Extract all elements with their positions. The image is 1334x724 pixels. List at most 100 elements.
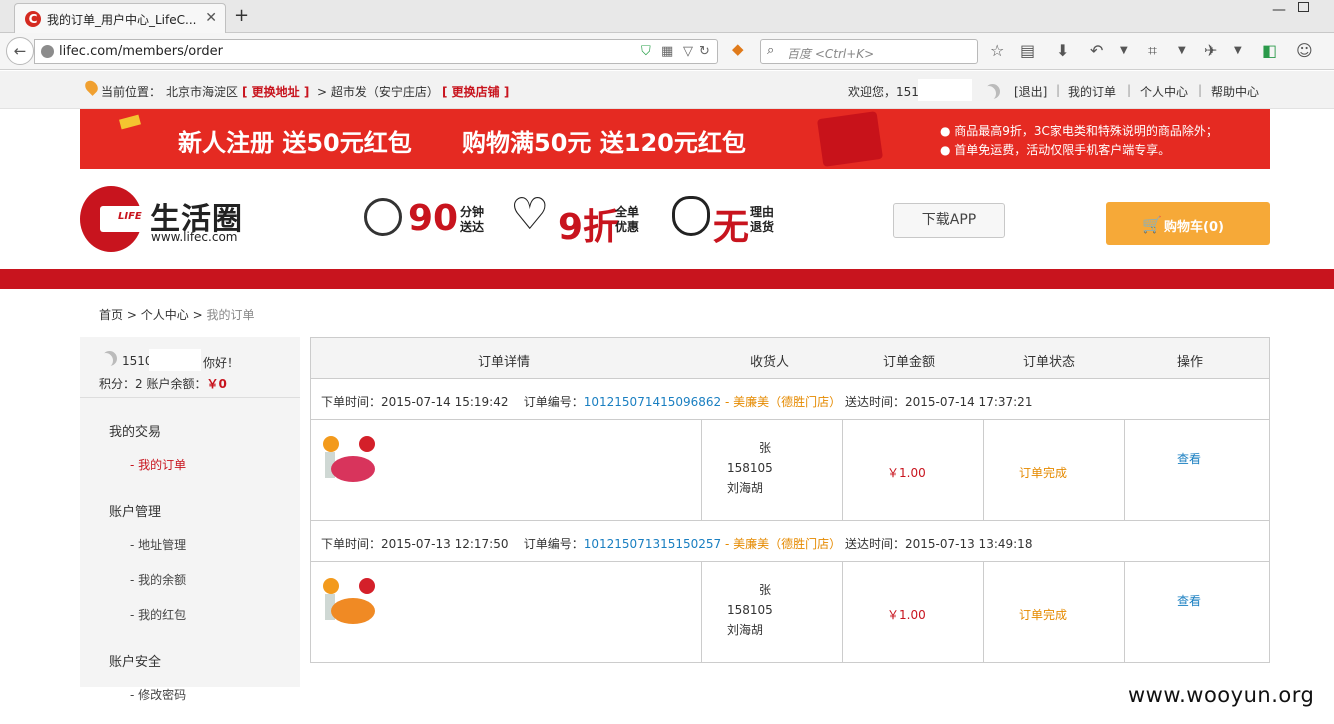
browser-tab[interactable]: C 我的订单_用户中心_LifeC... ✕ [14,3,226,34]
promo-new-user: 新人注册 送50元红包 [178,129,412,157]
order-header: 下单时间：2015-07-14 15:19:42 订单编号：1012150714… [311,379,1269,420]
points-label: 积分：2 账户余额： [99,377,207,391]
download-app-button[interactable]: 下载APP [893,203,1005,238]
red-envelope-icon [816,111,884,167]
new-tab-icon[interactable]: + [234,5,249,26]
order-meta: 下单时间：2015-07-13 12:17:50 订单编号：1012150713… [321,535,1032,552]
stopwatch-icon [364,198,402,236]
sidebar: 1510 你好！ 积分：2 账户余额：￥0 我的交易 - 我的订单 账户管理 -… [80,337,300,687]
cart-icon: 🛒 [1142,215,1162,234]
addon-dropdown-icon[interactable]: ▼ [1234,45,1242,56]
sidebar-hello: 你好！ [203,356,240,370]
feature-discount-big: 9折 [558,207,620,248]
logo-url: www.lifec.com [151,230,238,244]
view-order-link[interactable]: 查看 [1177,450,1201,467]
minimize-window-icon[interactable]: — [1272,2,1286,18]
moon-icon [985,84,1000,99]
change-store-link[interactable]: [ 更换店铺 ] [442,83,509,100]
table-row: 张 158105 刘海胡 ￥1.00 订单完成 查看 [311,562,1269,663]
security-icon[interactable]: ◧ [1262,41,1277,60]
papaya-image [331,598,375,624]
promo-badge-icon [323,436,339,452]
feature-90-line2: 送达 [460,220,485,234]
points-balance: 积分：2 账户余额：￥0 [99,375,227,392]
restore-window-icon[interactable] [1298,2,1309,12]
gift-ribbon-icon [119,114,141,130]
feature-return-big: 无 [713,207,750,248]
sidebar-item-balance[interactable]: - 我的余额 [130,571,186,588]
moon-icon [102,351,117,366]
sidebar-item-change-password[interactable]: - 修改密码 [130,686,186,703]
my-orders-link[interactable]: 我的订单 [1068,83,1116,100]
feature-discount-line2: 优惠 [615,220,640,234]
welcome-text: 欢迎您，151 [848,85,919,99]
close-tab-icon[interactable]: ✕ [205,10,217,26]
column-amount: 订单金额 [883,355,936,370]
crop-icon[interactable]: ⌗ [1148,41,1157,61]
promo-banner[interactable]: 新人注册 送50元红包 购物满50元 送120元红包 ● 商品最高9折，3C家电… [80,109,1270,169]
undo-icon[interactable]: ↶ [1090,41,1103,60]
hot-badge-icon [359,436,375,452]
order-meta: 下单时间：2015-07-14 15:19:42 订单编号：1012150714… [321,393,1032,410]
separator: | [1198,83,1203,97]
bookmark-star-icon[interactable]: ☆ [990,41,1004,60]
cart-label: 购物车(0) [1164,220,1224,235]
receiver-name: 张 [758,441,771,455]
search-placeholder: 百度 <Ctrl+K> [787,47,875,61]
search-box[interactable]: ⌕ 百度 <Ctrl+K> [760,39,978,64]
sidebar-username: 1510 [122,354,153,368]
delivery-time: 2015-07-14 17:37:21 [905,395,1033,409]
logout-link[interactable]: [退出] [1014,83,1047,100]
qr-code-icon[interactable]: ▦ [661,44,673,59]
order-amount: ￥1.00 [887,466,926,480]
location-value: 北京市海淀区 [166,85,239,99]
change-address-link[interactable]: [ 更换地址 ] [242,83,309,100]
order-time: 2015-07-13 12:17:50 [381,537,509,551]
promo-note-1: ● 商品最高9折，3C家电类和特殊说明的商品除外； [940,124,1218,138]
order-time-label: 下单时间： [321,537,382,551]
shield-icon [672,196,710,236]
undo-dropdown-icon[interactable]: ▼ [1120,45,1128,56]
dropdown-icon[interactable]: ▽ [683,44,693,59]
back-button[interactable]: ← [6,37,34,65]
hot-badge-icon [359,578,375,594]
promo-spend: 购物满50元 送120元红包 [462,129,746,157]
download-icon[interactable]: ⬇ [1056,41,1069,60]
shield-icon[interactable]: ⛉ [641,44,651,59]
order-time: 2015-07-14 15:19:42 [381,395,509,409]
promo-note-2: ● 首单免运费，活动仅限手机客户端专享。 [940,143,1171,157]
cart-button[interactable]: 🛒 购物车(0) [1106,202,1270,245]
breadcrumb-current: 我的订单 [206,308,255,322]
browser-tab-bar: C 我的订单_用户中心_LifeC... ✕ + — [0,0,1334,34]
product-thumbnail[interactable] [323,578,379,630]
address-bar[interactable]: lifec.com/members/order ⛉ ▦ ▽ ↻ [34,39,718,64]
order-number-link[interactable]: 101215071415096862 [584,395,721,409]
feature-90-line1: 分钟 [460,205,485,219]
breadcrumb-home[interactable]: 首页 [99,308,123,322]
crop-dropdown-icon[interactable]: ▼ [1178,45,1186,56]
delivery-label: 送达时间： [841,395,905,409]
url-text[interactable]: lifec.com/members/order [59,44,223,59]
view-order-link[interactable]: 查看 [1177,592,1201,609]
redacted-username [918,79,972,101]
sidebar-item-my-orders[interactable]: - 我的订单 [130,456,186,473]
sidebar-item-red-packet[interactable]: - 我的红包 [130,606,186,623]
order-number-link[interactable]: 101215071315150257 [584,537,721,551]
breadcrumb-center[interactable]: 个人中心 [141,308,189,322]
sidebar-item-address[interactable]: - 地址管理 [130,536,186,553]
reading-list-icon[interactable]: ▤ [1020,41,1035,60]
order-dash: - [721,395,734,409]
extension-icon[interactable]: ◆ [732,40,744,58]
tab-title: 我的订单_用户中心_LifeC... [47,13,197,27]
user-center-link[interactable]: 个人中心 [1140,83,1188,100]
reload-icon[interactable]: ↻ [699,44,710,59]
smiley-icon[interactable]: ☺ [1296,41,1313,60]
dragon-fruit-image [331,456,375,482]
redacted-username [149,349,201,371]
product-thumbnail[interactable] [323,436,379,488]
table-header: 订单详情 收货人 订单金额 订单状态 操作 [311,338,1269,379]
feature-discount-line1: 全单 [615,205,640,219]
location-label: 当前位置： [101,85,162,99]
addon-icon[interactable]: ✈ [1204,41,1217,60]
help-center-link[interactable]: 帮助中心 [1211,83,1259,100]
